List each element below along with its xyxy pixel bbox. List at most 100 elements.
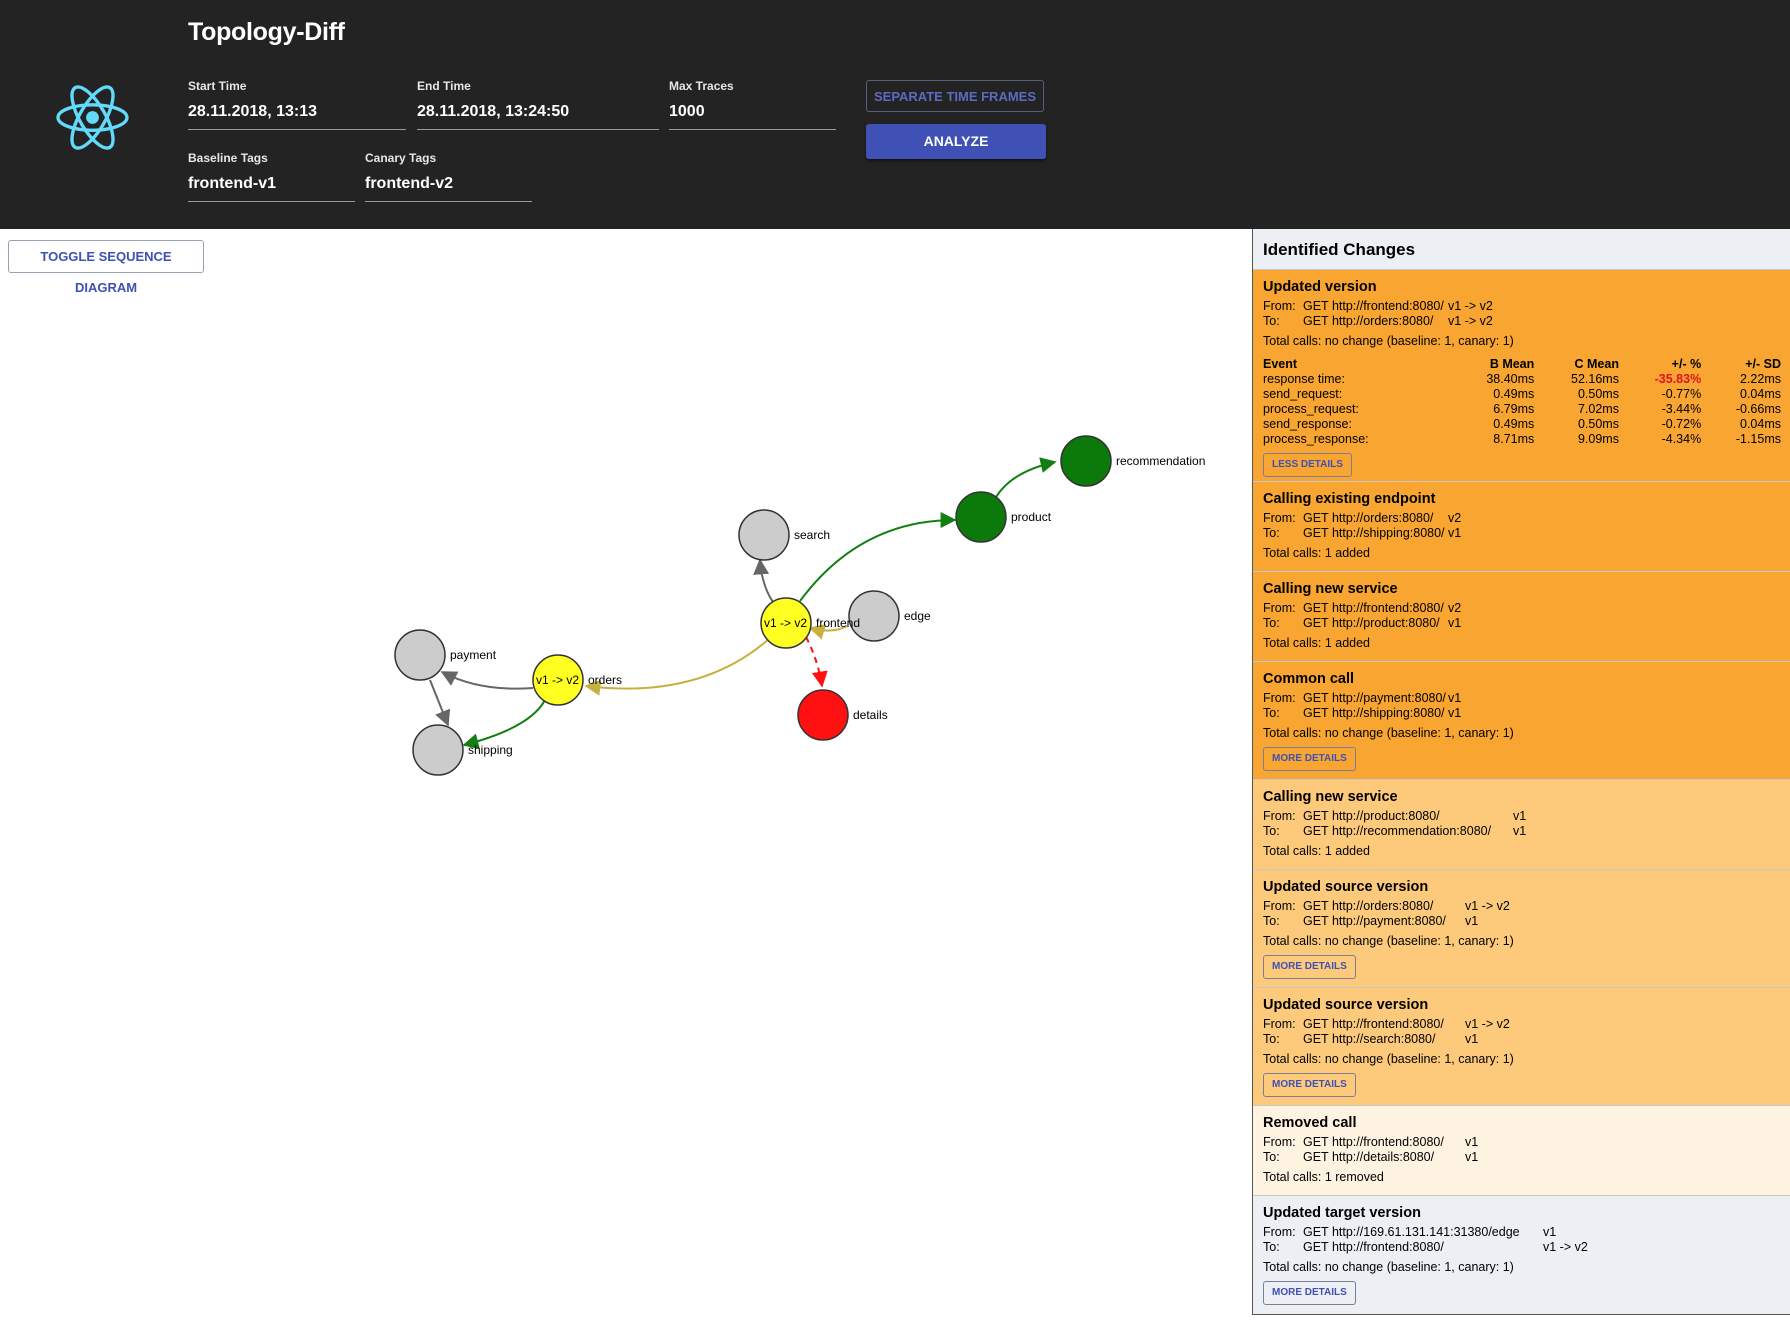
edge-orders-payment (440, 671, 534, 690)
edge-product-recommendation (994, 457, 1057, 500)
start-time-label: Start Time (188, 79, 247, 93)
edge-payment-shipping (429, 679, 451, 727)
more-details-button[interactable]: MORE DETAILS (1263, 1281, 1356, 1305)
panel-title: Identified Changes (1253, 229, 1790, 270)
change-title: Calling new service (1263, 581, 1398, 597)
change-title: Calling new service (1263, 789, 1398, 805)
max-traces-field[interactable]: Max Traces 1000 (669, 79, 836, 130)
table-row: process_request: 6.79ms 7.02ms -3.44% -0… (1263, 402, 1781, 416)
change-to: To: GET http://shipping:8080/v1 (1263, 526, 1462, 540)
change-from: From: GET http://frontend:8080/v1 -> v2 (1263, 1017, 1510, 1031)
node-details[interactable]: details (797, 689, 888, 741)
table-row: send_response: 0.49ms 0.50ms -0.72% 0.04… (1263, 417, 1781, 431)
node-recommendation[interactable]: recommendation (1060, 435, 1205, 487)
start-time-field[interactable]: Start Time 28.11.2018, 13:13 (188, 79, 406, 130)
change-title: Updated version (1263, 279, 1377, 295)
start-time-input[interactable]: 28.11.2018, 13:13 (188, 103, 406, 130)
baseline-tags-field[interactable]: Baseline Tags frontend-v1 (188, 151, 355, 202)
change-to: To: GET http://product:8080/v1 (1263, 616, 1462, 630)
analyze-button[interactable]: ANALYZE (866, 124, 1046, 159)
change-card[interactable]: Calling new service From: GET http://fron… (1253, 572, 1790, 662)
end-time-field[interactable]: End Time 28.11.2018, 13:24:50 (417, 79, 659, 130)
change-calls: Total calls: 1 added (1263, 636, 1371, 650)
col-header: +/- % (1671, 357, 1702, 371)
node-label-orders: orders (588, 673, 622, 687)
node-version-frontend: v1 -> v2 (764, 616, 807, 630)
change-title: Updated source version (1263, 997, 1429, 1013)
change-to: To: GET http://search:8080/v1 (1263, 1032, 1479, 1046)
change-calls: Total calls: 1 added (1263, 844, 1371, 858)
max-traces-input[interactable]: 1000 (669, 103, 836, 130)
topology-graph: recommendation product search edge v1 ->… (394, 435, 1205, 776)
change-card[interactable]: Removed call From: GET http://frontend:80… (1253, 1106, 1790, 1196)
node-label-shipping: shipping (468, 743, 513, 757)
more-details-button[interactable]: MORE DETAILS (1263, 955, 1356, 979)
change-card[interactable]: Updated target version From: GET http://1… (1253, 1196, 1790, 1314)
separate-time-frames-button[interactable]: SEPARATE TIME FRAMES (866, 80, 1044, 112)
change-card[interactable]: Updated version From: GET http://frontend… (1253, 270, 1790, 482)
canary-tags-label: Canary Tags (365, 151, 437, 165)
less-details-button[interactable]: LESS DETAILS (1263, 453, 1352, 477)
col-header: C Mean (1574, 357, 1619, 371)
change-title: Updated source version (1263, 879, 1429, 895)
more-details-button[interactable]: MORE DETAILS (1263, 1073, 1356, 1097)
change-card[interactable]: Calling new service From: GET http://prod… (1253, 780, 1790, 870)
change-to: To: GET http://details:8080/v1 (1263, 1150, 1479, 1164)
baseline-tags-label: Baseline Tags (188, 151, 268, 165)
change-card[interactable]: Common call From: GET http://payment:8080… (1253, 662, 1790, 780)
react-atom-logo-icon (56, 85, 129, 150)
more-details-button[interactable]: MORE DETAILS (1263, 747, 1356, 771)
change-from: From: GET http://orders:8080/v2 (1263, 511, 1462, 525)
identified-changes-panel: Identified Changes Updated version From:… (1252, 229, 1790, 1315)
change-title: Calling existing endpoint (1263, 491, 1436, 507)
change-calls: Total calls: no change (baseline: 1, can… (1263, 1052, 1514, 1066)
event-metrics-table: Event B Mean C Mean +/- % +/- SD respons… (1263, 357, 1781, 447)
canary-tags-field[interactable]: Canary Tags frontend-v2 (365, 151, 532, 202)
edge-frontend-search (753, 558, 774, 603)
node-search[interactable]: search (738, 509, 830, 561)
node-product[interactable]: product (955, 491, 1052, 543)
col-header: B Mean (1489, 357, 1535, 371)
node-version-orders: v1 -> v2 (536, 673, 579, 687)
node-label-details: details (853, 708, 888, 722)
change-card[interactable]: Updated source version From: GET http://o… (1253, 870, 1790, 988)
app-title: Topology-Diff (188, 18, 345, 46)
canary-tags-input[interactable]: frontend-v2 (365, 175, 532, 202)
change-calls: Total calls: no change (baseline: 1, can… (1263, 726, 1514, 740)
header-bar: Topology-Diff Start Time 28.11.2018, 13:… (0, 0, 1790, 229)
col-header: +/- SD (1745, 357, 1781, 371)
node-edge[interactable]: edge (848, 590, 931, 642)
change-to: To: GET http://recommendation:8080/v1 (1263, 824, 1527, 838)
change-calls: Total calls: no change (baseline: 1, can… (1263, 334, 1514, 348)
baseline-tags-input[interactable]: frontend-v1 (188, 175, 355, 202)
change-from: From: GET http://frontend:8080/v1 (1263, 1135, 1479, 1149)
node-label-search: search (794, 528, 830, 542)
node-label-recommendation: recommendation (1116, 454, 1205, 468)
end-time-input[interactable]: 28.11.2018, 13:24:50 (417, 103, 659, 130)
change-title: Removed call (1263, 1115, 1357, 1131)
change-from: From: GET http://frontend:8080/v1 -> v2 (1263, 299, 1493, 313)
node-orders[interactable]: v1 -> v2 orders (532, 654, 622, 706)
change-from: From: GET http://169.61.131.141:31380/edg… (1263, 1225, 1557, 1239)
change-from: From: GET http://orders:8080/v1 -> v2 (1263, 899, 1510, 913)
table-row: send_request: 0.49ms 0.50ms -0.77% 0.04m… (1263, 387, 1781, 401)
node-label-edge: edge (904, 609, 931, 623)
change-title: Common call (1263, 671, 1355, 687)
node-label-frontend: frontend (816, 616, 860, 630)
table-header-row: Event B Mean C Mean +/- % +/- SD (1263, 357, 1781, 372)
edge-frontend-details (805, 636, 828, 688)
node-payment[interactable]: payment (394, 629, 497, 681)
change-calls: Total calls: 1 removed (1263, 1170, 1384, 1184)
change-title: Updated target version (1263, 1205, 1421, 1221)
node-shipping[interactable]: shipping (412, 724, 513, 776)
change-calls: Total calls: 1 added (1263, 546, 1371, 560)
max-traces-label: Max Traces (669, 79, 734, 93)
change-calls: Total calls: no change (baseline: 1, can… (1263, 934, 1514, 948)
change-card[interactable]: Updated source version From: GET http://f… (1253, 988, 1790, 1106)
end-time-label: End Time (417, 79, 471, 93)
node-frontend[interactable]: v1 -> v2 frontend (760, 597, 860, 649)
change-calls: Total calls: no change (baseline: 1, can… (1263, 1260, 1514, 1274)
change-to: To: GET http://payment:8080/v1 (1263, 914, 1479, 928)
edge-orders-shipping (462, 699, 546, 750)
change-card[interactable]: Calling existing endpoint From: GET http:… (1253, 482, 1790, 572)
